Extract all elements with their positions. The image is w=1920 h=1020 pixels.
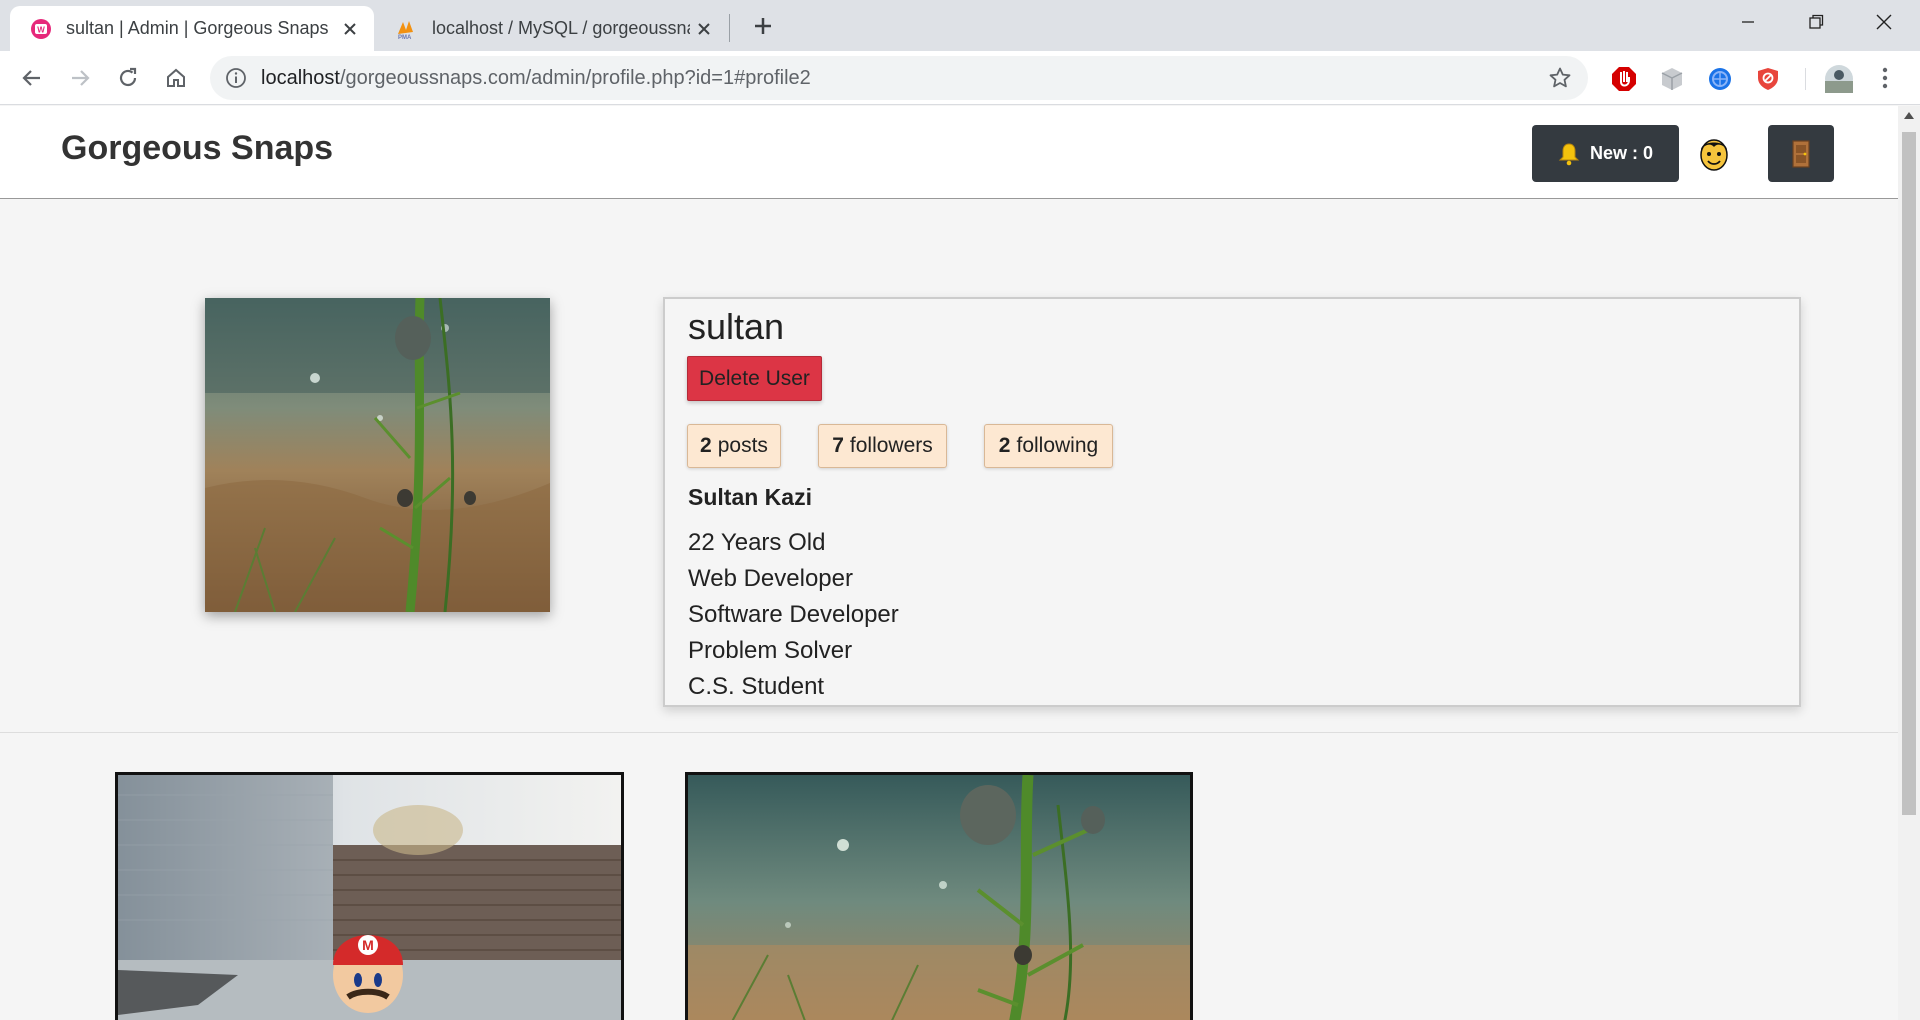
wamp-icon: W — [31, 18, 51, 39]
posts-label: posts — [717, 434, 768, 457]
shield-extension-icon[interactable] — [1755, 66, 1781, 92]
tab-title: localhost / MySQL / gorgeoussnaps — [432, 18, 690, 38]
scroll-up-arrow-icon[interactable] — [1904, 112, 1914, 119]
site-header: Gorgeous Snaps New : 0 — [0, 106, 1898, 199]
svg-text:PMA: PMA — [398, 35, 412, 40]
browser-menu-button[interactable] — [1870, 60, 1900, 96]
logout-button[interactable] — [1768, 125, 1834, 182]
back-button[interactable] — [14, 60, 50, 96]
url-path: /gorgeoussnaps.com/admin/profile.php?id=… — [339, 67, 811, 89]
url-text[interactable]: localhost/gorgeoussnaps.com/admin/profil… — [261, 67, 811, 90]
info-icon[interactable] — [224, 66, 248, 90]
door-icon — [1792, 139, 1810, 168]
bio-line: C.S. Student — [688, 673, 825, 700]
close-window-button[interactable] — [1850, 0, 1918, 44]
forward-arrow-icon — [72, 70, 90, 86]
bio-line: Web Developer — [688, 565, 853, 592]
reload-button[interactable] — [110, 60, 146, 96]
restore-button[interactable] — [1782, 0, 1850, 44]
minimize-icon — [1742, 21, 1754, 23]
profile-card: sultan Delete User 2 posts 7 followers 2… — [663, 297, 1801, 707]
browser-toolbar: localhost/gorgeoussnaps.com/admin/profil… — [0, 51, 1920, 105]
post-thumbnail[interactable] — [685, 772, 1193, 1020]
tab-admin-profile[interactable]: W sultan | Admin | Gorgeous Snaps — [10, 6, 374, 51]
profile-username: sultan — [688, 306, 785, 347]
user-avatar-icon[interactable] — [1697, 134, 1731, 172]
profile-avatar-icon[interactable] — [1824, 64, 1854, 94]
tab-divider — [729, 14, 730, 42]
adblock-extension-icon[interactable] — [1611, 66, 1637, 92]
url-host: localhost — [261, 67, 340, 89]
svg-text:M: M — [362, 937, 374, 953]
site-brand[interactable]: Gorgeous Snaps — [61, 129, 333, 168]
tab-title: sultan | Admin | Gorgeous Snaps — [66, 18, 329, 38]
posts-count-badge[interactable]: 2 posts — [687, 424, 781, 468]
reload-icon — [119, 67, 137, 87]
forward-button[interactable] — [62, 60, 98, 96]
post-image: M — [118, 775, 621, 1020]
close-icon — [1876, 14, 1892, 30]
page-scrollbar[interactable] — [1898, 106, 1920, 1020]
delete-user-button[interactable]: Delete User — [687, 356, 822, 401]
bio-line: Software Developer — [688, 601, 899, 628]
followers-count-badge[interactable]: 7 followers — [818, 424, 947, 468]
posts-count: 2 — [700, 434, 712, 457]
new-tab-button[interactable] — [748, 11, 778, 41]
profile-photo — [205, 298, 550, 612]
cube-extension-icon[interactable] — [1659, 66, 1685, 92]
notifications-label: New : 0 — [1589, 143, 1654, 163]
phpmyadmin-icon: PMA — [398, 20, 413, 40]
scrollbar-thumb[interactable] — [1902, 132, 1916, 815]
bell-icon — [1558, 142, 1580, 165]
home-button[interactable] — [158, 60, 194, 96]
address-bar[interactable]: localhost/gorgeoussnaps.com/admin/profil… — [210, 56, 1588, 100]
following-count-badge[interactable]: 2 following — [984, 424, 1113, 468]
svg-text:W: W — [37, 25, 45, 34]
toolbar-divider — [1805, 68, 1806, 90]
post-thumbnail[interactable]: M — [115, 772, 624, 1020]
notifications-button[interactable]: New : 0 — [1532, 125, 1679, 182]
profile-photo-image — [205, 298, 550, 612]
home-icon — [167, 68, 185, 87]
close-icon[interactable] — [336, 15, 364, 43]
followers-label: followers — [849, 434, 933, 457]
following-count: 2 — [998, 434, 1011, 457]
profile-full-name: Sultan Kazi — [688, 484, 812, 510]
page-viewport: Gorgeous Snaps New : 0 sultan Delete Use… — [0, 106, 1898, 1020]
globe-extension-icon[interactable] — [1707, 66, 1733, 92]
restore-icon — [1809, 14, 1824, 29]
plus-icon — [755, 18, 771, 34]
close-icon[interactable] — [690, 15, 718, 43]
section-divider — [0, 732, 1898, 733]
minimize-button[interactable] — [1714, 0, 1782, 44]
browser-tab-bar: W sultan | Admin | Gorgeous Snaps PMA lo… — [0, 0, 1920, 51]
following-label: following — [1016, 434, 1099, 457]
post-image — [688, 775, 1190, 1020]
bookmark-star-icon[interactable] — [1548, 66, 1572, 90]
bio-line: 22 Years Old — [688, 529, 826, 556]
kebab-menu-icon — [1882, 67, 1888, 89]
followers-count: 7 — [832, 434, 844, 457]
bio-line: Problem Solver — [688, 637, 853, 664]
tab-phpmyadmin[interactable]: PMA localhost / MySQL / gorgeoussnaps — [376, 6, 728, 51]
profile-bio: 22 Years Old Web Developer Software Deve… — [688, 525, 899, 705]
back-arrow-icon — [22, 70, 40, 86]
